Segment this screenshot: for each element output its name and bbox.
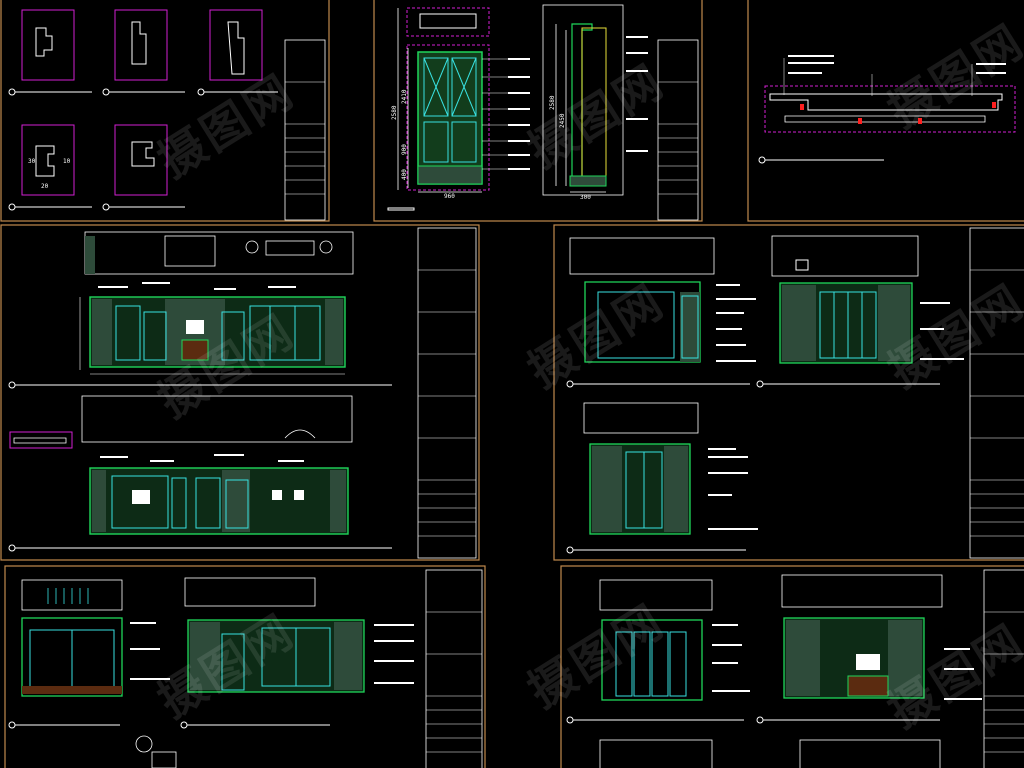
door-side-dim-b: 2450 — [559, 113, 566, 128]
cad-drawing-canvas: 20 30 10 2580 2410 900 400 960 2580 2450… — [0, 0, 1024, 768]
profile-shape-1 — [35, 27, 53, 57]
title-block — [425, 569, 483, 768]
door-leaf — [417, 51, 483, 185]
moulding-profiles-sheet: 20 30 10 — [8, 9, 278, 211]
title-block — [983, 569, 1024, 768]
profile-box-2 — [114, 9, 168, 81]
profile-dim-height: 30 — [28, 158, 36, 165]
profile-box-1 — [21, 9, 75, 81]
door-elevation-sheet: 2580 2410 900 400 960 2580 2450 300 — [387, 4, 648, 211]
profile-box-5 — [114, 124, 168, 196]
door-side-dim-width: 300 — [580, 194, 591, 201]
profile-dim-depth: 10 — [63, 158, 71, 165]
title-block — [284, 39, 326, 221]
profile-shape-3 — [227, 21, 245, 75]
master-room-elevations-sheet — [566, 574, 982, 768]
profile-dim-width: 20 — [41, 183, 49, 190]
door-dim-a: 2410 — [401, 89, 408, 104]
sheet-frame-profiles — [0, 0, 330, 222]
bedroom-elevations-sheet — [566, 235, 964, 554]
profile-shape-5 — [131, 141, 155, 167]
door-dim-width: 960 — [444, 193, 455, 200]
profile-shape-2 — [131, 21, 147, 65]
door-dim-d: 400 — [401, 169, 408, 180]
living-room-elevations-sheet — [8, 231, 392, 552]
title-block — [657, 39, 699, 221]
door-dim-b: 900 — [401, 144, 408, 155]
profile-box-3 — [209, 9, 263, 81]
door-header-box — [406, 7, 490, 37]
profile-shape-4 — [35, 145, 55, 177]
title-block — [969, 227, 1024, 559]
door-side-dim-total: 2580 — [549, 95, 556, 110]
study-elevations-sheet — [8, 577, 414, 768]
ceiling-profile — [769, 93, 1003, 111]
ceiling-section-sheet — [758, 55, 1016, 164]
title-block — [417, 227, 477, 559]
door-dim-total: 2580 — [391, 105, 398, 120]
